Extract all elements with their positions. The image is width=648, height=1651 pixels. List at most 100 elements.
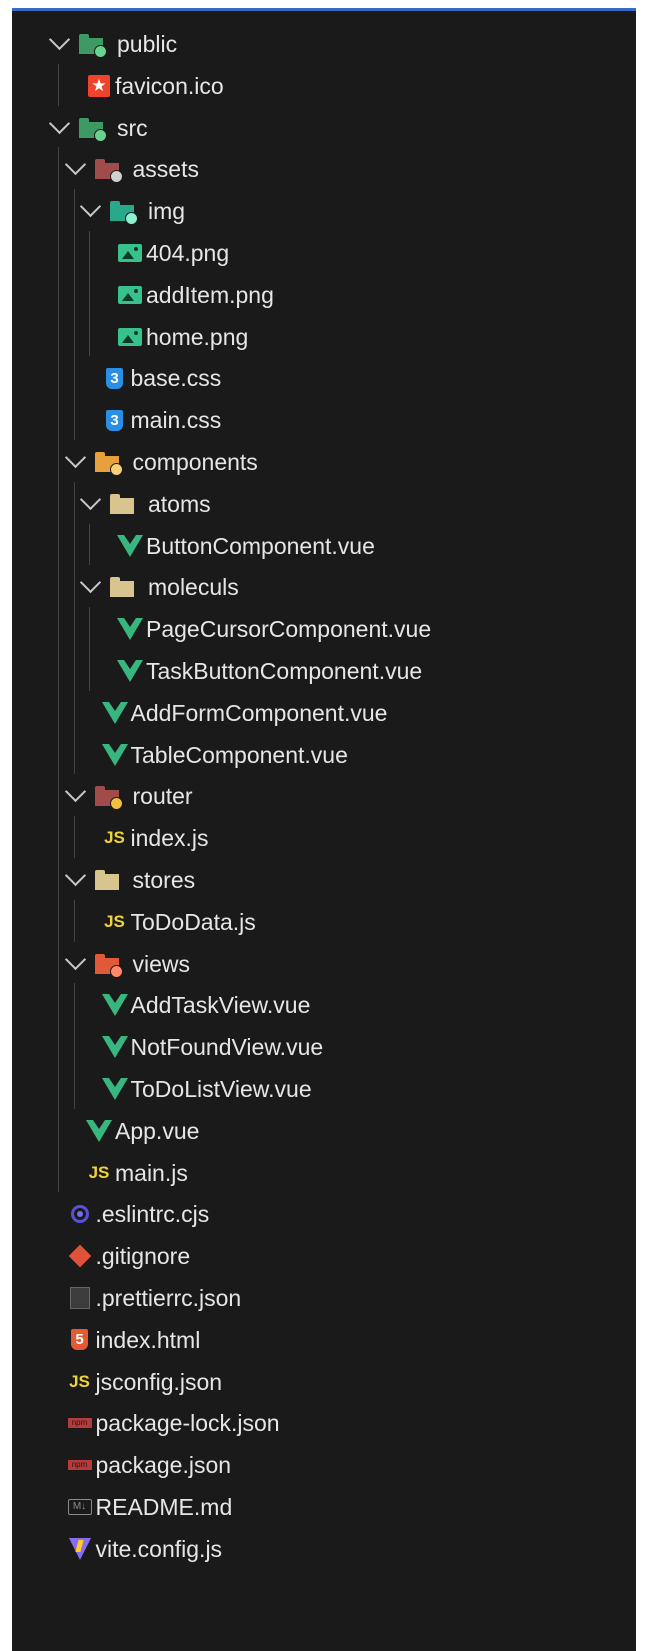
tree-folder-moleculs[interactable]: moleculs xyxy=(12,565,636,609)
tree-folder-views[interactable]: views xyxy=(12,942,636,986)
indent-guide xyxy=(73,481,75,775)
tree-file-todolistview-vue[interactable]: ToDoListView.vue xyxy=(12,1067,636,1111)
tree-file-main-js[interactable]: JS main.js xyxy=(12,1151,636,1195)
tree-item-label: NotFoundView.vue xyxy=(130,1034,324,1061)
tree-file-prettierrc-json[interactable]: .prettierrc.json xyxy=(12,1276,636,1320)
tree-item-label: PageCursorComponent.vue xyxy=(146,616,432,643)
tree-folder-img[interactable]: img xyxy=(12,189,636,233)
tree-item-label: img xyxy=(148,198,186,225)
indent-guide xyxy=(73,983,75,1109)
chevron-down-icon[interactable] xyxy=(64,864,86,887)
tree-item-label: App.vue xyxy=(115,1117,200,1144)
tree-item-label: AddFormComponent.vue xyxy=(130,699,388,726)
tree-file-404-png[interactable]: 404.png xyxy=(12,231,636,275)
folder-icon xyxy=(109,492,135,516)
tree-item-label: ToDoListView.vue xyxy=(130,1076,312,1102)
tree-folder-src[interactable]: src xyxy=(12,106,636,150)
tree-item-label: ButtonComponent.vue xyxy=(146,532,375,559)
folder-icon xyxy=(109,575,135,599)
tree-file-package-lock-json[interactable]: npm package-lock.json xyxy=(12,1401,636,1445)
tree-item-label: src xyxy=(117,114,148,141)
tree-item-label: jsconfig.json xyxy=(95,1368,223,1395)
tree-file-addformcomponent-vue[interactable]: AddFormComponent.vue xyxy=(12,691,636,735)
indent-guide xyxy=(58,63,59,106)
indent-guide xyxy=(89,523,90,566)
tree-file-index-js[interactable]: JS index.js xyxy=(12,816,636,860)
tree-item-label: router xyxy=(132,783,193,810)
tree-item-label: base.css xyxy=(130,365,222,392)
tree-file-tododata-js[interactable]: JS ToDoData.js xyxy=(12,900,636,944)
tree-folder-atoms[interactable]: atoms xyxy=(12,482,636,526)
vue-icon xyxy=(117,617,143,641)
vue-icon xyxy=(101,701,128,725)
image-icon xyxy=(117,241,143,265)
tree-file-main-css[interactable]: 3 main.css xyxy=(12,398,636,442)
tree-folder-components[interactable]: components xyxy=(12,440,636,484)
chevron-down-icon[interactable] xyxy=(64,446,86,469)
tree-file-pagecursorcomponent-vue[interactable]: PageCursorComponent.vue xyxy=(12,607,636,651)
tree-item-label: package.json xyxy=(95,1452,232,1479)
indent-guide xyxy=(58,147,59,1193)
tree-item-label: home.png xyxy=(146,323,249,350)
css-icon: 3 xyxy=(102,408,128,432)
chevron-down-icon[interactable] xyxy=(64,781,86,803)
vue-icon xyxy=(101,743,128,767)
css-icon: 3 xyxy=(102,366,128,390)
tree-file-additem-png[interactable]: addItem.png xyxy=(12,273,636,317)
tree-item-label: .eslintrc.cjs xyxy=(95,1201,210,1228)
chevron-down-icon[interactable] xyxy=(48,28,71,51)
tree-item-label: main.css xyxy=(130,407,222,434)
tree-item-label: vite.config.js xyxy=(95,1535,223,1562)
tree-file-notfoundview-vue[interactable]: NotFoundView.vue xyxy=(12,1025,636,1069)
indent-guide xyxy=(89,231,90,357)
prettier-icon xyxy=(67,1286,93,1310)
jsconfig-icon: JS xyxy=(69,1371,90,1391)
tree-file-taskbuttoncomponent-vue[interactable]: TaskButtonComponent.vue xyxy=(12,649,636,693)
tree-file-eslintrc-cjs[interactable]: .eslintrc.cjs xyxy=(12,1192,636,1236)
chevron-down-icon[interactable] xyxy=(79,488,102,510)
tree-file-gitignore[interactable]: .gitignore xyxy=(12,1234,636,1278)
tree-file-addtaskview-vue[interactable]: AddTaskView.vue xyxy=(12,983,636,1027)
tree-file-vite-config-js[interactable]: vite.config.js xyxy=(12,1527,636,1571)
folder-public-icon xyxy=(78,32,107,58)
tree-file-buttoncomponent-vue[interactable]: ButtonComponent.vue xyxy=(12,524,636,568)
tree-file-package-json[interactable]: npm package.json xyxy=(12,1443,636,1487)
tree-file-tablecomponent-vue[interactable]: TableComponent.vue xyxy=(12,733,636,777)
tree-file-base-css[interactable]: 3 base.css xyxy=(12,356,636,400)
tree-item-label: package-lock.json xyxy=(95,1410,280,1437)
tree-item-label: .prettierrc.json xyxy=(95,1285,242,1311)
vue-icon xyxy=(101,1077,128,1101)
tree-file-jsconfig-json[interactable]: JS jsconfig.json xyxy=(12,1360,636,1404)
tree-item-label: index.js xyxy=(130,825,209,852)
tree-item-label: main.js xyxy=(115,1159,188,1186)
vue-icon xyxy=(101,1035,128,1059)
tree-item-label: components xyxy=(132,449,258,475)
vue-icon xyxy=(117,534,143,558)
tree-item-label: ToDoData.js xyxy=(130,908,256,935)
tree-file-home-png[interactable]: home.png xyxy=(12,315,636,359)
indent-guide xyxy=(73,816,75,858)
tree-folder-stores[interactable]: stores xyxy=(12,858,636,902)
javascript-icon: JS xyxy=(104,828,125,848)
tree-file-favicon-ico[interactable]: ★ favicon.ico xyxy=(12,64,636,108)
eslint-icon xyxy=(67,1202,93,1226)
tree-folder-public[interactable]: public xyxy=(12,22,636,66)
chevron-down-icon[interactable] xyxy=(48,112,71,134)
chevron-down-icon[interactable] xyxy=(79,572,102,594)
chevron-down-icon[interactable] xyxy=(64,948,86,970)
tree-folder-router[interactable]: router xyxy=(12,774,636,818)
tree-file-app-vue[interactable]: App.vue xyxy=(12,1109,636,1153)
tree-item-label: moleculs xyxy=(148,574,239,601)
tree-item-label: .gitignore xyxy=(95,1243,191,1270)
tree-folder-assets[interactable]: assets xyxy=(12,147,636,191)
chevron-down-icon[interactable] xyxy=(64,154,86,176)
html-icon: 5 xyxy=(67,1328,93,1352)
tree-file-readme-md[interactable]: M↓ README.md xyxy=(12,1485,636,1529)
chevron-down-icon[interactable] xyxy=(79,196,102,218)
tree-item-label: TaskButtonComponent.vue xyxy=(146,658,423,684)
tree-file-index-html[interactable]: 5 index.html xyxy=(12,1318,636,1362)
folder-views-icon xyxy=(94,952,123,978)
git-icon xyxy=(67,1244,93,1268)
tree-item-label: favicon.ico xyxy=(115,72,224,99)
folder-router-icon xyxy=(94,784,123,811)
